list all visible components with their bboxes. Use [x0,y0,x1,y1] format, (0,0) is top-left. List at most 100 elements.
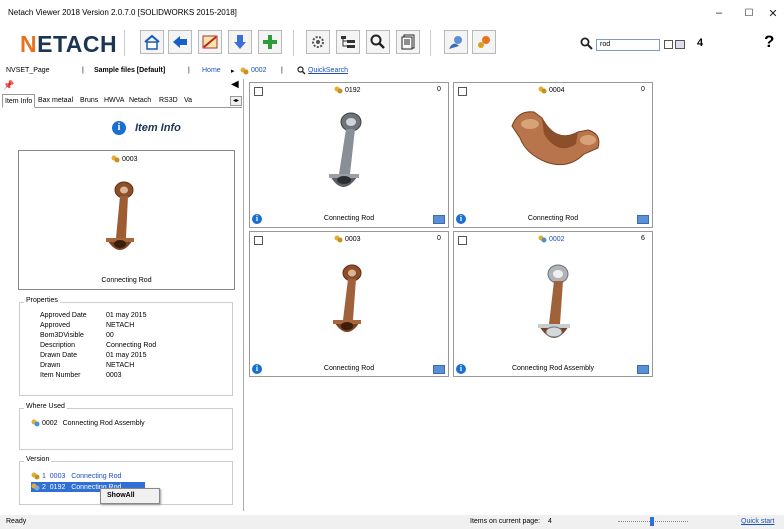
quicksearch-icon [297,66,306,77]
tab-strip: Item Info Bax metaal Bruns HWVA Netach R… [2,94,242,108]
breadcrumb-current[interactable]: 0002 [251,67,267,74]
card-number-text: 0002 [549,235,565,243]
connecting-rod-image [100,180,140,267]
card-view-icon[interactable] [637,215,649,224]
add-icon[interactable] [258,30,282,54]
card-number-text: 0192 [345,86,361,94]
card-checkbox[interactable] [458,87,467,96]
page-name: NVSET_Page [6,67,50,74]
user-help-icon[interactable] [444,30,468,54]
pages-icon[interactable] [396,30,420,54]
logo-letter: N [20,31,38,57]
card-count: 0 [437,235,441,242]
settings-icon[interactable] [306,30,330,54]
zoom-slider-thumb[interactable] [650,517,654,526]
panel-heading: Item Info [135,122,181,134]
items-count: 4 [548,518,552,525]
card-info-icon[interactable]: i [252,364,262,374]
tab-bax-metaal[interactable]: Bax metaal [36,94,75,108]
part-icon [111,155,120,163]
prop-key: Item Number [40,372,81,379]
version-label: Version [24,456,52,463]
tab-scroll-arrows[interactable]: ◂▸ [230,96,242,106]
prop-value: 00 [106,332,114,339]
card-name: Connecting Rod [323,215,375,222]
search-icon [580,37,593,52]
card-view-icon[interactable] [433,215,445,224]
assembly-icon [31,419,40,427]
card-checkbox[interactable] [254,236,263,245]
minimize-button[interactable]: – [703,0,735,26]
collapse-panel-icon[interactable]: ◀ [231,79,239,90]
tab-hwva[interactable]: HWVA [102,94,126,108]
drawing-icon[interactable] [198,30,222,54]
quicksearch-link[interactable]: QuickSearch [308,67,348,74]
result-count: 4 [697,37,704,49]
version-row[interactable]: 1 0003 Connecting Rod [31,472,121,480]
toolbar-divider [430,30,431,56]
close-button[interactable]: ✕ [762,0,784,26]
where-used-number: 0002 [42,419,58,427]
card-count: 0 [437,86,441,93]
tab-item-info[interactable]: Item Info [2,94,36,108]
zoom-icon[interactable] [366,30,390,54]
prop-key: Drawn Date [40,352,77,359]
card-info-icon[interactable]: i [456,364,466,374]
card-thumbnail [328,262,366,350]
grid-view-icon[interactable] [675,40,685,49]
card-number-text: 0003 [345,235,361,243]
breadcrumb-separator: | [188,67,190,74]
tab-netach[interactable]: Netach [127,94,153,108]
version-text: 1 0003 Connecting Rod [42,472,122,480]
prop-value: 01 may 2015 [106,312,147,319]
card-view-icon[interactable] [433,365,445,374]
part-icon [334,235,343,243]
prop-key: Description [40,342,76,349]
quick-start-link[interactable]: Quick start [741,518,774,525]
part-icon [334,86,343,94]
part-icon [538,86,547,94]
maximize-button[interactable]: ☐ [733,0,765,26]
breadcrumb-arrow: ▸ [231,68,235,75]
tab-rs3d[interactable]: RS3D [157,94,180,108]
card-view-icon[interactable] [637,365,649,374]
card-number: 0003 [334,235,361,243]
prop-key: Approved Date [40,312,87,319]
part-icon [31,483,40,491]
configure-icon[interactable] [472,30,496,54]
breadcrumb-separator: | [281,67,283,74]
download-icon[interactable] [228,30,252,54]
help-button[interactable]: ? [764,32,774,52]
card-count: 6 [641,235,645,242]
search-checkbox[interactable] [664,40,673,49]
where-used-item[interactable]: 0002 Connecting Rod Assembly [31,419,145,427]
breadcrumb-home-link[interactable]: Home [202,67,221,74]
prop-value: NETACH [106,322,135,329]
netach-logo: NETACH [20,31,117,58]
tab-bruns[interactable]: Bruns [78,94,100,108]
toolbar-divider [124,30,125,56]
file-set-name: Sample files [Default] [94,67,166,74]
prop-key: Drawn [40,362,61,369]
properties-label: Properties [24,297,60,304]
card-info-icon[interactable]: i [456,214,466,224]
prop-value: 0003 [106,372,122,379]
back-icon[interactable] [168,30,192,54]
tab-va[interactable]: Va [182,94,194,108]
card-info-icon[interactable]: i [252,214,262,224]
pin-icon[interactable]: 📌 [3,80,14,91]
part-icon [240,67,249,77]
preview-number-text: 0003 [122,155,138,163]
assembly-icon [538,235,547,243]
logo-rest: ETACH [37,31,118,57]
prop-value: 01 may 2015 [106,352,147,359]
card-checkbox[interactable] [458,236,467,245]
where-used-group [19,408,233,450]
show-all-menu-item[interactable]: ShowAll [107,492,135,499]
card-checkbox[interactable] [254,87,263,96]
window-title: Netach Viewer 2018 Version 2.0.7.0 [SOLI… [8,8,237,17]
tree-icon[interactable] [336,30,360,54]
prop-value: Connecting Rod [106,342,157,349]
home-icon[interactable] [140,30,164,54]
search-input[interactable]: rod [596,39,660,51]
